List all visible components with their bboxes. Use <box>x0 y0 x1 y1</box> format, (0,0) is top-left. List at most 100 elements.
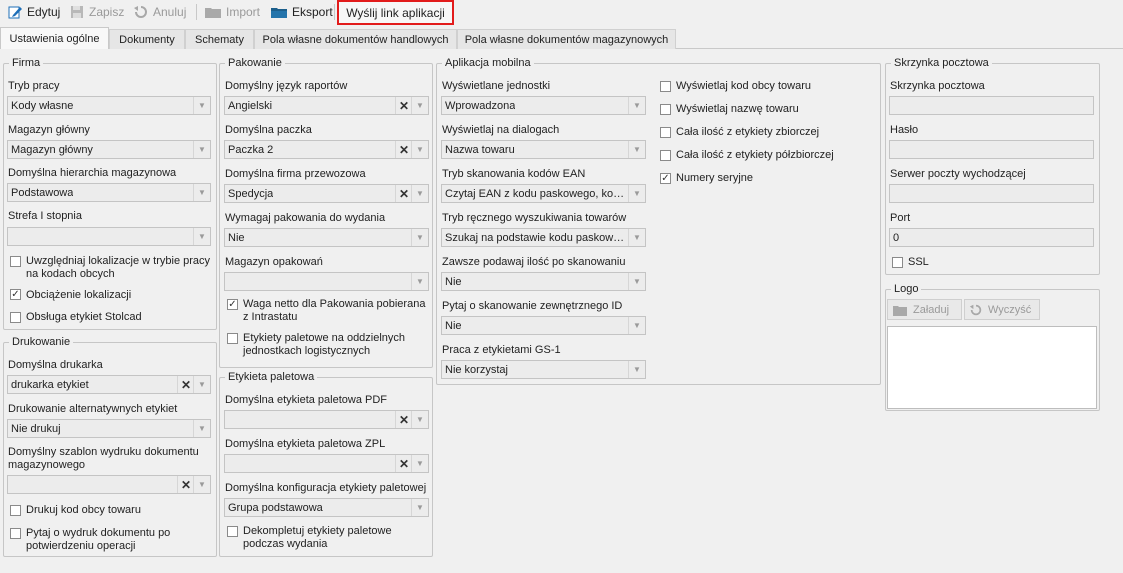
pallet-labels-separate-checkbox[interactable] <box>227 333 238 344</box>
gs1-select[interactable]: Nie korzystaj ▼ <box>441 360 646 379</box>
chevron-down-icon[interactable]: ▼ <box>193 184 210 201</box>
dialogs-select[interactable]: Nazwa towaru ▼ <box>441 140 646 159</box>
chevron-down-icon[interactable]: ▼ <box>411 229 428 246</box>
print-template-select[interactable]: ✕ ▼ <box>7 475 211 494</box>
mailbox-input[interactable] <box>889 96 1094 115</box>
chevron-down-icon[interactable]: ▼ <box>411 455 428 472</box>
group-mobile-app-title: Aplikacja mobilna <box>442 57 534 70</box>
show-foreign-code-label: Wyświetlaj kod obcy towaru <box>676 80 812 92</box>
chevron-down-icon[interactable]: ▼ <box>193 97 210 114</box>
cancel-button[interactable]: Anuluj <box>130 2 189 22</box>
chevron-down-icon[interactable]: ▼ <box>193 420 210 437</box>
clear-logo-label: Wyczyść <box>988 303 1032 316</box>
port-input[interactable]: 0 <box>889 228 1094 247</box>
ean-mode-value: Czytaj EAN z kodu paskowego, kod... <box>445 187 627 200</box>
show-product-name-checkbox[interactable] <box>660 104 671 115</box>
upload-logo-button[interactable]: Załaduj <box>887 299 962 320</box>
report-language-value: Angielski <box>228 99 273 112</box>
tab-custom-fields-warehouse[interactable]: Pola własne dokumentów magazynowych <box>457 29 676 49</box>
smtp-server-input[interactable] <box>889 184 1094 203</box>
chevron-down-icon[interactable]: ▼ <box>628 317 645 334</box>
tab-custom-fields-trade[interactable]: Pola własne dokumentów handlowych <box>254 29 457 49</box>
chevron-down-icon[interactable]: ▼ <box>411 97 428 114</box>
chevron-down-icon[interactable]: ▼ <box>628 273 645 290</box>
full-qty-semi-bulk-checkbox[interactable] <box>660 150 671 161</box>
main-warehouse-value: Magazyn główny <box>11 143 93 156</box>
qty-after-scan-label: Zawsze podawaj ilość po skanowaniu <box>442 256 626 268</box>
ean-mode-select[interactable]: Czytaj EAN z kodu paskowego, kod... ▼ <box>441 184 646 203</box>
chevron-down-icon[interactable]: ▼ <box>628 141 645 158</box>
pallet-pdf-select[interactable]: ✕ ▼ <box>224 410 429 429</box>
stolcad-labels-checkbox[interactable] <box>10 312 21 323</box>
undo-icon <box>969 304 982 315</box>
carrier-select[interactable]: Spedycja ✕ ▼ <box>224 184 429 203</box>
chevron-down-icon[interactable]: ▼ <box>628 229 645 246</box>
units-select[interactable]: Wprowadzona ▼ <box>441 96 646 115</box>
chevron-down-icon[interactable]: ▼ <box>193 376 210 393</box>
work-mode-select[interactable]: Kody własne ▼ <box>7 96 211 115</box>
chevron-down-icon[interactable]: ▼ <box>411 411 428 428</box>
default-printer-value: drukarka etykiet <box>11 378 89 391</box>
clear-icon[interactable]: ✕ <box>395 455 412 472</box>
pallet-config-select[interactable]: Grupa podstawowa ▼ <box>224 498 429 517</box>
locations-foreign-codes-label: Uwzględniaj lokalizacje w trybie pracy n… <box>26 255 211 280</box>
report-language-select[interactable]: Angielski ✕ ▼ <box>224 96 429 115</box>
pallet-zpl-select[interactable]: ✕ ▼ <box>224 454 429 473</box>
password-input[interactable] <box>889 140 1094 159</box>
clear-icon[interactable]: ✕ <box>177 376 194 393</box>
tab-general-settings[interactable]: Ustawienia ogólne <box>0 27 109 49</box>
decompose-labels-checkbox[interactable] <box>227 526 238 537</box>
locations-foreign-codes-checkbox[interactable] <box>10 256 21 267</box>
edit-button[interactable]: Edytuj <box>4 2 63 22</box>
print-foreign-code-label: Drukuj kod obcy towaru <box>26 504 141 516</box>
clear-icon[interactable]: ✕ <box>177 476 194 493</box>
clear-icon[interactable]: ✕ <box>395 185 412 202</box>
clear-icon[interactable]: ✕ <box>395 141 412 158</box>
default-printer-select[interactable]: drukarka etykiet ✕ ▼ <box>7 375 211 394</box>
export-button[interactable]: Eksport <box>267 2 336 22</box>
folder-icon <box>893 305 907 316</box>
require-packing-select[interactable]: Nie ▼ <box>224 228 429 247</box>
full-qty-bulk-checkbox[interactable] <box>660 127 671 138</box>
send-app-link-button[interactable]: Wyślij link aplikacji <box>337 0 454 25</box>
clear-icon[interactable]: ✕ <box>395 97 412 114</box>
clear-logo-button[interactable]: Wyczyść <box>964 299 1040 320</box>
ask-print-checkbox[interactable] <box>10 528 21 539</box>
save-button[interactable]: Zapisz <box>66 2 127 22</box>
chevron-down-icon[interactable]: ▼ <box>628 97 645 114</box>
clear-icon[interactable]: ✕ <box>395 411 412 428</box>
qty-after-scan-select[interactable]: Nie ▼ <box>441 272 646 291</box>
chevron-down-icon[interactable]: ▼ <box>411 273 428 290</box>
packaging-warehouse-select[interactable]: ▼ <box>224 272 429 291</box>
main-warehouse-label: Magazyn główny <box>8 124 90 136</box>
main-warehouse-select[interactable]: Magazyn główny ▼ <box>7 140 211 159</box>
save-icon <box>71 6 83 18</box>
edit-label: Edytuj <box>27 5 61 19</box>
work-mode-value: Kody własne <box>11 99 74 112</box>
tab-documents[interactable]: Dokumenty <box>109 29 185 49</box>
default-package-select[interactable]: Paczka 2 ✕ ▼ <box>224 140 429 159</box>
chevron-down-icon[interactable]: ▼ <box>628 361 645 378</box>
show-foreign-code-checkbox[interactable] <box>660 81 671 92</box>
zone-select[interactable]: ▼ <box>7 227 211 246</box>
serial-numbers-checkbox[interactable]: ✓ <box>660 173 671 184</box>
external-id-select[interactable]: Nie ▼ <box>441 316 646 335</box>
chevron-down-icon[interactable]: ▼ <box>411 185 428 202</box>
chevron-down-icon[interactable]: ▼ <box>193 141 210 158</box>
location-load-checkbox[interactable]: ✓ <box>10 289 21 300</box>
import-button[interactable]: Import <box>201 2 263 22</box>
chevron-down-icon[interactable]: ▼ <box>193 476 210 493</box>
tab-schemes[interactable]: Schematy <box>185 29 254 49</box>
warehouse-hierarchy-select[interactable]: Podstawowa ▼ <box>7 183 211 202</box>
chevron-down-icon[interactable]: ▼ <box>411 499 428 516</box>
ssl-checkbox[interactable] <box>892 257 903 268</box>
manual-search-select[interactable]: Szukaj na podstawie kodu paskowe... ▼ <box>441 228 646 247</box>
print-foreign-code-checkbox[interactable] <box>10 505 21 516</box>
ssl-label: SSL <box>908 256 929 268</box>
pallet-pdf-label: Domyślna etykieta paletowa PDF <box>225 394 388 406</box>
chevron-down-icon[interactable]: ▼ <box>193 228 210 245</box>
alt-labels-select[interactable]: Nie drukuj ▼ <box>7 419 211 438</box>
chevron-down-icon[interactable]: ▼ <box>628 185 645 202</box>
net-weight-checkbox[interactable]: ✓ <box>227 299 238 310</box>
chevron-down-icon[interactable]: ▼ <box>411 141 428 158</box>
